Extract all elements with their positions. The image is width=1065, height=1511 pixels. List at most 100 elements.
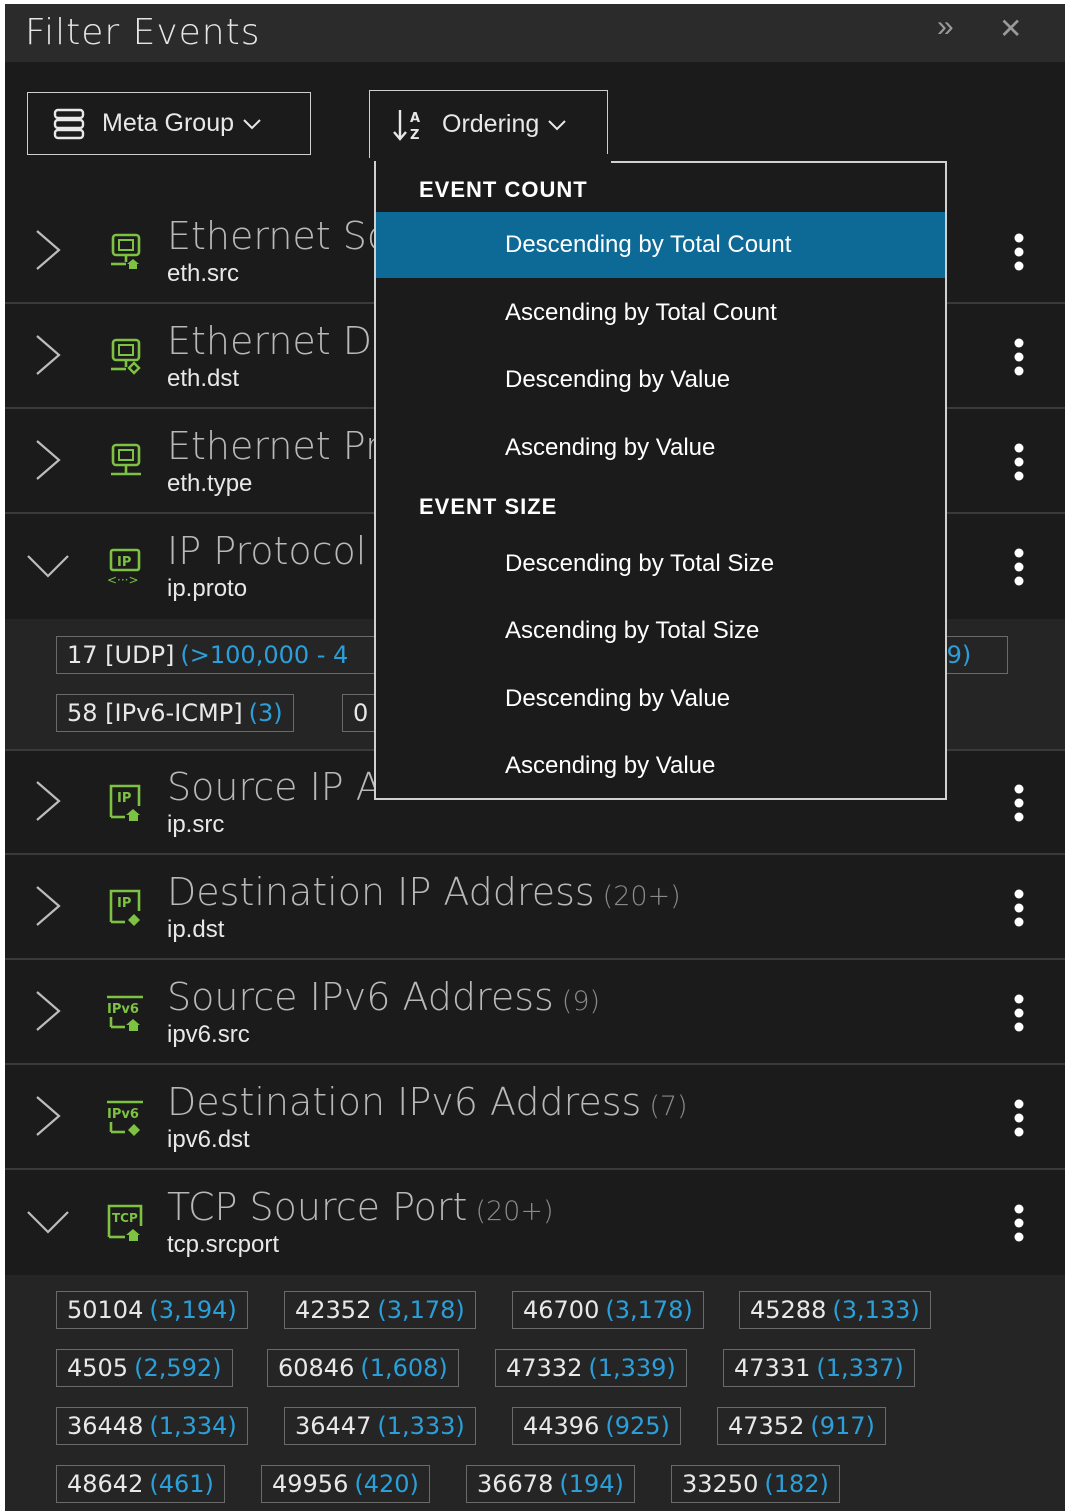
close-icon[interactable]: ✕ [999, 12, 1022, 45]
meta-value[interactable]: 33250 (182) [671, 1465, 840, 1503]
value-label: 4505 [67, 1354, 129, 1382]
meta-key: tcp.srcport [167, 1231, 280, 1258]
meta-value[interactable]: 36448 (1,334) [56, 1407, 248, 1445]
meta-value[interactable]: 17 [UDP] (>100,000 - 4 [56, 636, 396, 674]
meta-value[interactable]: 42352 (3,178) [284, 1291, 476, 1329]
more-options-icon[interactable] [1008, 337, 1030, 377]
meta-group-label: Meta Group [102, 109, 235, 137]
meta-count: (7) [649, 1091, 688, 1122]
more-options-icon[interactable] [1008, 1098, 1030, 1138]
meta-group-button[interactable]: Meta Group [27, 92, 311, 155]
meta-name[interactable]: Destination IP Address (20+) [167, 870, 681, 914]
meta-name[interactable]: TCP Source Port (20+) [167, 1185, 553, 1229]
ordering-button[interactable]: A Z Ordering [369, 90, 608, 158]
chevron-down-icon[interactable] [25, 1207, 71, 1237]
more-options-icon[interactable] [1008, 232, 1030, 272]
meta-row-ipv6-dst[interactable]: IPv6 Destination IPv6 Address (7) ipv6.ds… [5, 1066, 1065, 1170]
meta-value[interactable]: 48642 (461) [56, 1465, 225, 1503]
more-options-icon[interactable] [1008, 783, 1030, 823]
value-count: (3,178) [605, 1296, 693, 1324]
more-options-icon[interactable] [1008, 993, 1030, 1033]
chevron-right-icon[interactable] [31, 438, 65, 482]
value-count: (1,334) [149, 1412, 237, 1440]
meta-value[interactable]: 47331 (1,337) [723, 1349, 915, 1387]
value-label: 58 [IPv6-ICMP] [67, 699, 243, 727]
meta-row-ip-dst[interactable]: IP Destination IP Address (20+) ip.dst [5, 856, 1065, 960]
menu-item-desc-value[interactable]: Descending by Value [376, 347, 945, 413]
meta-title: Source IP A [167, 765, 382, 809]
meta-value[interactable]: 44396 (925) [512, 1407, 681, 1445]
meta-value[interactable]: 45288 (3,133) [739, 1291, 931, 1329]
chevron-right-icon[interactable] [31, 228, 65, 272]
meta-key: eth.src [167, 260, 240, 287]
meta-name[interactable]: Source IP A [167, 765, 390, 809]
menu-item-asc-total-count[interactable]: Ascending by Total Count [376, 280, 945, 346]
value-count: (1,333) [377, 1412, 465, 1440]
more-options-icon[interactable] [1008, 547, 1030, 587]
meta-row-tcp-srcport[interactable]: TCP TCP Source Port (20+) tcp.srcport [5, 1171, 1065, 1275]
svg-text:IP: IP [117, 791, 131, 806]
value-label: 48642 [67, 1470, 144, 1498]
chevron-right-icon[interactable] [31, 779, 65, 823]
filter-events-panel: Filter Events » ✕ Meta Group A Z Orderin… [5, 4, 1065, 1511]
meta-value[interactable]: 36447 (1,333) [284, 1407, 476, 1445]
meta-key: ipv6.src [167, 1021, 250, 1048]
meta-name[interactable]: Destination IPv6 Address (7) [167, 1080, 688, 1124]
meta-name[interactable]: IP Protocol [167, 529, 374, 573]
svg-text:IPv6: IPv6 [107, 1002, 139, 1017]
more-options-icon[interactable] [1008, 888, 1030, 928]
menu-item-desc-total-count[interactable]: Descending by Total Count [376, 212, 945, 278]
ordering-button-connector [376, 154, 611, 164]
meta-title: Ethernet De [167, 319, 396, 363]
menu-item-asc-total-size[interactable]: Ascending by Total Size [376, 598, 945, 664]
menu-item-desc-value-size[interactable]: Descending by Value [376, 666, 945, 732]
meta-count: (9) [561, 986, 601, 1017]
chevron-right-icon[interactable] [31, 884, 65, 928]
meta-value[interactable]: 47352 (917) [717, 1407, 886, 1445]
more-options-icon[interactable] [1008, 1203, 1030, 1243]
chevron-down-icon[interactable] [25, 551, 71, 581]
meta-row-ipv6-src[interactable]: IPv6 Source IPv6 Address (9) ipv6.src [5, 961, 1065, 1065]
more-options-icon[interactable] [1008, 442, 1030, 482]
meta-value[interactable]: 36678 (194) [466, 1465, 635, 1503]
value-label: 36447 [295, 1412, 372, 1440]
meta-name[interactable]: Ethernet So [167, 214, 398, 258]
ipv6-source-icon: IPv6 [107, 995, 143, 1031]
meta-name[interactable]: Ethernet De [167, 319, 403, 363]
meta-key: eth.dst [167, 365, 240, 392]
panel-title: Filter Events [25, 12, 261, 53]
chevron-right-icon[interactable] [31, 1094, 65, 1138]
meta-value[interactable]: 50104 (3,194) [56, 1291, 248, 1329]
section-header-event-size: EVENT SIZE [419, 494, 558, 519]
meta-value[interactable]: 47332 (1,339) [495, 1349, 687, 1387]
ip-source-icon: IP [109, 784, 141, 821]
svg-text:TCP: TCP [112, 1211, 138, 1225]
value-label: 36448 [67, 1412, 144, 1440]
meta-value[interactable]: 49956 (420) [261, 1465, 430, 1503]
ipv6-destination-icon: IPv6 [107, 1100, 143, 1136]
value-count: (1,339) [588, 1354, 676, 1382]
chevron-right-icon[interactable] [31, 333, 65, 377]
value-label: 33250 [682, 1470, 759, 1498]
value-count: (461) [149, 1470, 214, 1498]
meta-name[interactable]: Source IPv6 Address (9) [167, 975, 600, 1019]
meta-value[interactable]: 58 [IPv6-ICMP] (3) [56, 694, 294, 732]
menu-item-asc-value-size[interactable]: Ascending by Value [376, 733, 945, 799]
menu-item-desc-total-size[interactable]: Descending by Total Size [376, 531, 945, 597]
section-header-event-count: EVENT COUNT [419, 177, 588, 202]
value-label: 45288 [750, 1296, 827, 1324]
ip-destination-icon: IP [109, 889, 141, 926]
expand-icon[interactable]: » [937, 10, 954, 44]
meta-value[interactable]: 46700 (3,178) [512, 1291, 704, 1329]
value-label: 44396 [523, 1412, 600, 1440]
svg-text:A: A [410, 111, 420, 126]
menu-item-asc-value[interactable]: Ascending by Value [376, 415, 945, 481]
value-count: (2,592) [134, 1354, 222, 1382]
value-count: (182) [764, 1470, 829, 1498]
chevron-right-icon[interactable] [31, 989, 65, 1033]
meta-value[interactable]: 60846 (1,608) [267, 1349, 459, 1387]
meta-key: ipv6.dst [167, 1126, 250, 1153]
meta-value[interactable]: 4505 (2,592) [56, 1349, 233, 1387]
meta-title: Ethernet Pr [167, 424, 381, 468]
meta-name[interactable]: Ethernet Pr [167, 424, 389, 468]
